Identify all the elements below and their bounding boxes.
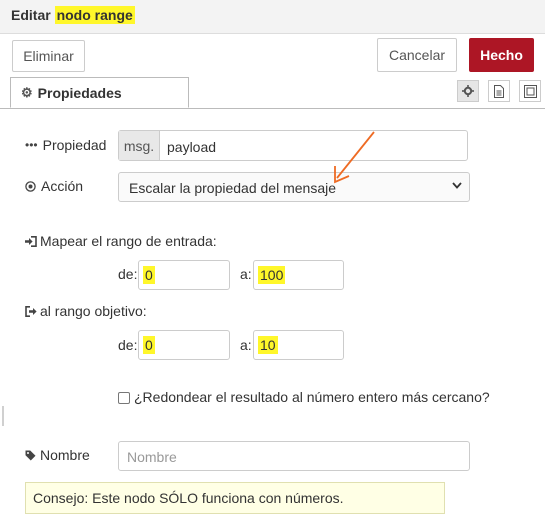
- file-text-icon: [494, 84, 504, 98]
- tab-properties[interactable]: ⚙ Propiedades: [10, 77, 189, 108]
- gear-icon: [462, 85, 474, 97]
- property-label-row: ••• Propiedad: [25, 137, 106, 153]
- target-from-label: de:: [118, 337, 138, 353]
- gear-icon: ⚙: [21, 84, 33, 100]
- dot-circle-icon: [25, 180, 36, 192]
- delete-button[interactable]: Eliminar: [12, 40, 85, 72]
- property-type-prefix[interactable]: msg.: [119, 131, 160, 160]
- input-from-field[interactable]: 0: [138, 260, 230, 290]
- round-label: ¿Redondear el resultado al número entero…: [134, 389, 490, 405]
- name-input[interactable]: Nombre: [118, 441, 470, 471]
- action-label-row: Acción: [25, 178, 83, 194]
- title-node-name: nodo range: [54, 6, 135, 24]
- target-to-label: a:: [240, 337, 252, 353]
- settings-tab-icon[interactable]: [457, 80, 479, 102]
- property-value: payload: [167, 139, 217, 155]
- action-label: Acción: [41, 178, 84, 194]
- sign-out-icon: [25, 305, 37, 317]
- ellipsis-icon: •••: [25, 138, 38, 152]
- name-label: Nombre: [40, 447, 90, 463]
- annotation-arrow: [334, 131, 375, 184]
- editor-header: Editar nodo range: [0, 0, 545, 34]
- tab-properties-label: Propiedades: [37, 84, 122, 101]
- cancel-button[interactable]: Cancelar: [377, 38, 457, 72]
- title-prefix: Editar: [11, 7, 55, 23]
- property-label: Propiedad: [42, 137, 107, 153]
- name-placeholder: Nombre: [127, 449, 177, 465]
- round-checkbox[interactable]: [118, 392, 130, 404]
- target-from-field[interactable]: 0: [138, 330, 230, 360]
- name-label-row: Nombre: [25, 447, 90, 463]
- editor-title: Editar nodo range: [11, 6, 135, 24]
- appearance-tab-icon[interactable]: [519, 80, 541, 102]
- description-tab-icon[interactable]: [488, 80, 510, 102]
- action-select[interactable]: Escalar la propiedad del mensaje: [118, 172, 470, 202]
- target-range-label-row: al rango objetivo:: [25, 303, 147, 319]
- property-input[interactable]: msg. payload: [118, 130, 468, 161]
- target-to-value: 10: [258, 336, 278, 354]
- input-from-label: de:: [118, 266, 138, 282]
- target-from-value: 0: [143, 336, 155, 354]
- tag-icon: [25, 450, 36, 460]
- input-range-label-row: Mapear el rango de entrada:: [25, 233, 217, 249]
- layout-icon: [523, 84, 537, 98]
- done-button[interactable]: Hecho: [469, 38, 534, 72]
- input-from-value: 0: [143, 266, 155, 284]
- input-to-field[interactable]: 100: [253, 260, 344, 290]
- target-range-label: al rango objetivo:: [40, 303, 147, 319]
- resize-handle[interactable]: [2, 406, 4, 426]
- action-select-value: Escalar la propiedad del mensaje: [129, 180, 337, 196]
- sign-in-icon: [25, 235, 37, 247]
- input-to-value: 100: [258, 266, 286, 284]
- target-to-field[interactable]: 10: [253, 330, 344, 360]
- tip-box: Consejo: Este nodo SÓLO funciona con núm…: [25, 482, 445, 514]
- input-to-label: a:: [240, 266, 252, 282]
- chevron-down-icon: [452, 182, 462, 189]
- input-range-label: Mapear el rango de entrada:: [40, 233, 217, 249]
